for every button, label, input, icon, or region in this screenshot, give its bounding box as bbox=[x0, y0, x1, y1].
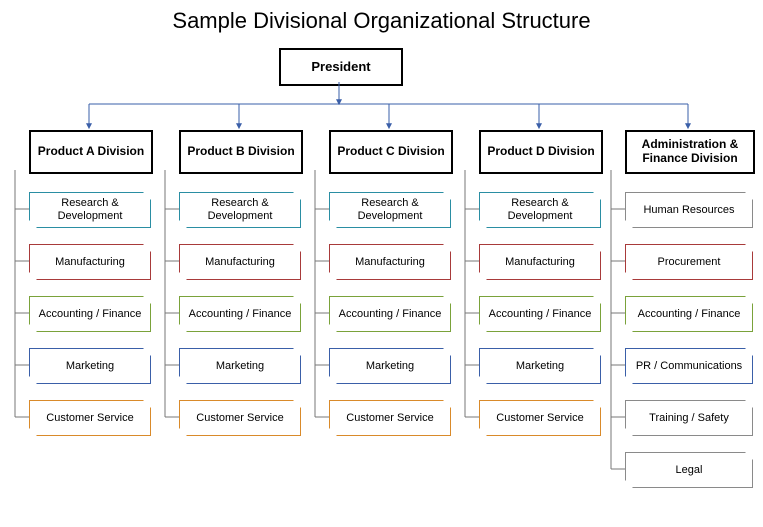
dept-box-2-1: Manufacturing bbox=[329, 244, 451, 280]
division-box-1: Product B Division bbox=[179, 130, 303, 174]
dept-box-0-4: Customer Service bbox=[29, 400, 151, 436]
dept-box-2-0: Research & Development bbox=[329, 192, 451, 228]
dept-box-0-0: Research & Development bbox=[29, 192, 151, 228]
chart-title: Sample Divisional Organizational Structu… bbox=[0, 8, 763, 34]
dept-box-4-5: Legal bbox=[625, 452, 753, 488]
org-chart-canvas: Sample Divisional Organizational Structu… bbox=[0, 0, 763, 527]
president-box: President bbox=[279, 48, 403, 86]
dept-box-2-4: Customer Service bbox=[329, 400, 451, 436]
dept-box-1-4: Customer Service bbox=[179, 400, 301, 436]
dept-box-0-3: Marketing bbox=[29, 348, 151, 384]
dept-box-3-4: Customer Service bbox=[479, 400, 601, 436]
division-box-2: Product C Division bbox=[329, 130, 453, 174]
dept-box-1-2: Accounting / Finance bbox=[179, 296, 301, 332]
dept-box-4-3: PR / Communications bbox=[625, 348, 753, 384]
division-box-4: Administration & Finance Division bbox=[625, 130, 755, 174]
dept-box-1-1: Manufacturing bbox=[179, 244, 301, 280]
dept-box-2-2: Accounting / Finance bbox=[329, 296, 451, 332]
dept-box-3-0: Research & Development bbox=[479, 192, 601, 228]
dept-box-3-2: Accounting / Finance bbox=[479, 296, 601, 332]
dept-box-2-3: Marketing bbox=[329, 348, 451, 384]
dept-box-0-1: Manufacturing bbox=[29, 244, 151, 280]
division-box-0: Product A Division bbox=[29, 130, 153, 174]
dept-box-3-3: Marketing bbox=[479, 348, 601, 384]
dept-box-3-1: Manufacturing bbox=[479, 244, 601, 280]
dept-box-4-4: Training / Safety bbox=[625, 400, 753, 436]
dept-box-1-0: Research & Development bbox=[179, 192, 301, 228]
dept-box-4-1: Procurement bbox=[625, 244, 753, 280]
division-box-3: Product D Division bbox=[479, 130, 603, 174]
dept-box-1-3: Marketing bbox=[179, 348, 301, 384]
dept-box-4-0: Human Resources bbox=[625, 192, 753, 228]
dept-box-0-2: Accounting / Finance bbox=[29, 296, 151, 332]
dept-box-4-2: Accounting / Finance bbox=[625, 296, 753, 332]
